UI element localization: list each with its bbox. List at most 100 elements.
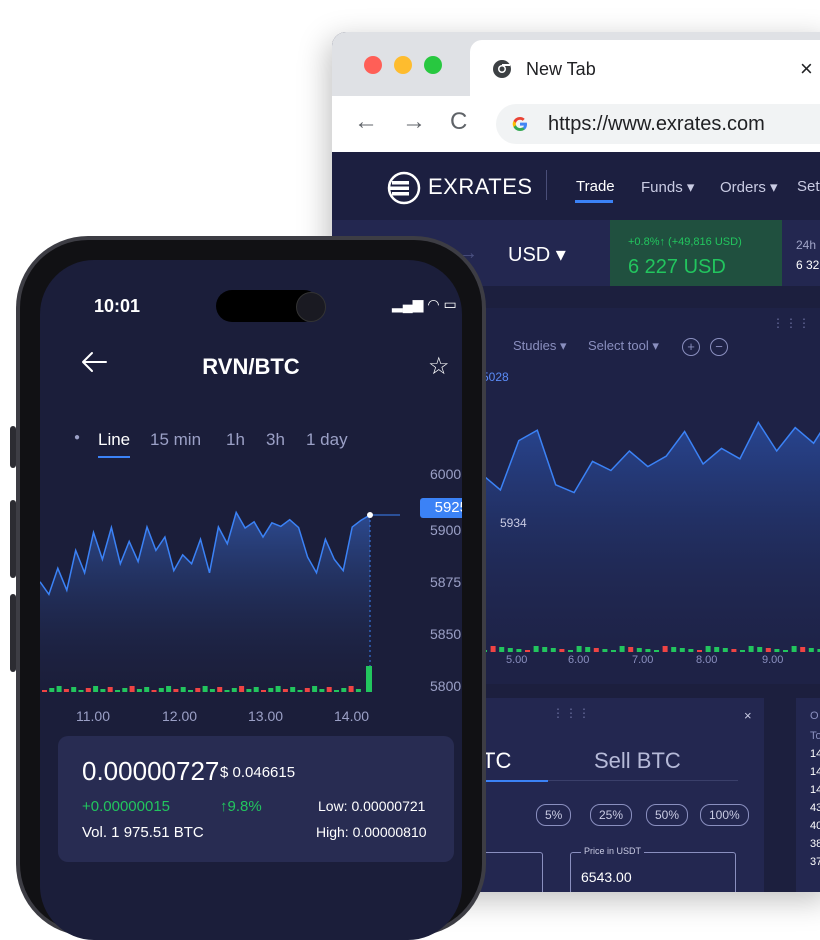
bg-volume-bar bbox=[722, 648, 728, 652]
reload-button[interactable]: C bbox=[450, 108, 467, 136]
currency-selector[interactable]: USD ▾ bbox=[508, 242, 566, 267]
nav-trade[interactable]: Trade bbox=[576, 178, 615, 195]
percent-25-button[interactable]: 25% bbox=[590, 804, 633, 826]
volume-bar bbox=[56, 686, 62, 692]
bg-volume-bar bbox=[499, 647, 505, 652]
forward-button[interactable]: → bbox=[402, 108, 426, 136]
tab-1h[interactable]: 1h bbox=[226, 430, 245, 450]
volume-bar bbox=[209, 689, 215, 692]
bg-volume-bar bbox=[576, 646, 582, 652]
volume: Vol. 1 975.51 BTC bbox=[82, 824, 204, 841]
chart-marker-value: 5934 bbox=[500, 516, 527, 530]
exrates-header: EXRATES Trade Funds ▾ Orders ▾ Sett bbox=[332, 152, 820, 220]
back-button[interactable]: ← bbox=[354, 108, 378, 136]
studies-dropdown[interactable]: Studies ▾ bbox=[513, 338, 567, 354]
orderbook-row: To bbox=[810, 730, 820, 742]
x-tick: 12.00 bbox=[162, 708, 198, 724]
volume-bar bbox=[166, 686, 172, 692]
current-price-tag: 5925 bbox=[420, 498, 462, 518]
volume-bar bbox=[297, 690, 303, 692]
exrates-brand: EXRATES bbox=[428, 174, 533, 199]
amount-field[interactable] bbox=[480, 852, 543, 892]
url-text: https://www.exrates.com bbox=[548, 113, 765, 135]
volume-bar bbox=[42, 690, 47, 692]
bg-volume-bar bbox=[507, 648, 513, 652]
phone-frame: 10:01 ▂▄▆ ◠ ▭ RVN/BTC ☆ ● Line 15 min 1h… bbox=[16, 236, 486, 940]
x-tick: 7.00 bbox=[632, 654, 654, 666]
current-price: 6 227 USD bbox=[628, 256, 726, 278]
close-window-button[interactable] bbox=[364, 56, 382, 74]
bg-volume-bar bbox=[525, 650, 530, 652]
tab-title: New Tab bbox=[526, 59, 596, 79]
tab-buy-btc[interactable]: TC bbox=[482, 748, 511, 774]
volume-bar bbox=[63, 689, 69, 692]
close-panel-icon[interactable]: × bbox=[744, 708, 752, 723]
last-price: 0.00000727 bbox=[82, 756, 220, 786]
nav-funds[interactable]: Funds ▾ bbox=[641, 178, 694, 196]
tab-3h[interactable]: 3h bbox=[266, 430, 285, 450]
volume-bar bbox=[312, 686, 318, 692]
minimize-window-button[interactable] bbox=[394, 56, 412, 74]
volume-bar bbox=[304, 688, 310, 692]
maximize-window-button[interactable] bbox=[424, 56, 442, 74]
bg-volume-bar bbox=[757, 647, 763, 652]
bg-volume-bar bbox=[619, 646, 625, 652]
bg-volume-bar bbox=[628, 647, 634, 652]
volume-bar bbox=[195, 688, 201, 692]
nav-settings[interactable]: Sett bbox=[797, 178, 820, 195]
tab-15-min[interactable]: 15 min bbox=[150, 430, 201, 450]
price-field[interactable]: Price in USDT 6543.00 bbox=[570, 846, 736, 892]
volume-bar bbox=[319, 689, 325, 692]
bg-volume-bar bbox=[568, 650, 573, 652]
bg-volume-bar bbox=[654, 650, 659, 652]
volume-bar bbox=[151, 690, 157, 692]
percent-5-button[interactable]: 5% bbox=[536, 804, 572, 826]
timeframe-dot-icon: ● bbox=[74, 432, 81, 443]
volume-bar bbox=[100, 689, 106, 692]
zoom-in-icon[interactable]: + bbox=[682, 338, 700, 356]
bg-volume-bar bbox=[559, 649, 565, 652]
volume-bar bbox=[202, 686, 208, 692]
percent-50-button[interactable]: 50% bbox=[646, 804, 689, 826]
trade-drag-handle-icon[interactable]: ⋮⋮⋮ bbox=[552, 706, 591, 720]
select-tool-dropdown[interactable]: Select tool ▾ bbox=[588, 338, 659, 354]
close-tab-icon[interactable]: × bbox=[800, 56, 813, 82]
bg-volume-bar bbox=[662, 646, 668, 652]
bg-volume-bar bbox=[740, 650, 745, 652]
bg-volume-bar bbox=[791, 646, 797, 652]
address-bar[interactable]: https://www.exrates.com bbox=[496, 104, 820, 144]
x-tick: 6.00 bbox=[568, 654, 590, 666]
volume-bar bbox=[85, 688, 91, 692]
browser-tab[interactable]: New Tab × bbox=[470, 40, 820, 96]
phone-bezel: 10:01 ▂▄▆ ◠ ▭ RVN/BTC ☆ ● Line 15 min 1h… bbox=[20, 240, 482, 940]
bg-volume-bar bbox=[671, 647, 677, 652]
tab-1-day[interactable]: 1 day bbox=[306, 430, 348, 450]
bg-volume-bar bbox=[636, 648, 642, 652]
volume-bar bbox=[180, 687, 186, 692]
bg-volume-bar bbox=[705, 646, 711, 652]
y-tick: 5800 bbox=[430, 678, 462, 694]
tab-line[interactable]: Line bbox=[98, 430, 130, 450]
x-tick: 5.00 bbox=[506, 654, 528, 666]
favorite-star-icon[interactable]: ☆ bbox=[428, 352, 450, 381]
status-icons: ▂▄▆ ◠ ▭ bbox=[392, 296, 457, 312]
bg-volume-bar bbox=[748, 646, 754, 652]
bg-volume-bar bbox=[808, 648, 814, 652]
desktop-price-chart bbox=[482, 420, 820, 652]
bg-volume-bar bbox=[516, 649, 522, 652]
browser-toolbar: ← → C https://www.exrates.com bbox=[332, 96, 820, 153]
bg-volume-bar bbox=[550, 648, 556, 652]
percent-100-button[interactable]: 100% bbox=[700, 804, 749, 826]
exrates-logo-icon bbox=[387, 171, 421, 205]
drag-handle-icon[interactable]: ⋮⋮⋮ bbox=[772, 316, 811, 330]
nav-orders[interactable]: Orders ▾ bbox=[720, 178, 778, 196]
zoom-out-icon[interactable]: − bbox=[710, 338, 728, 356]
bg-volume-bar bbox=[542, 647, 548, 652]
bg-volume-bar bbox=[611, 650, 616, 652]
bg-volume-bar bbox=[679, 648, 685, 652]
bg-volume-bar bbox=[688, 649, 694, 652]
tab-active-indicator bbox=[482, 780, 548, 782]
y-tick: 5900 bbox=[430, 522, 462, 538]
x-tick: 13.00 bbox=[248, 708, 284, 724]
tab-sell-btc[interactable]: Sell BTC bbox=[594, 748, 681, 774]
